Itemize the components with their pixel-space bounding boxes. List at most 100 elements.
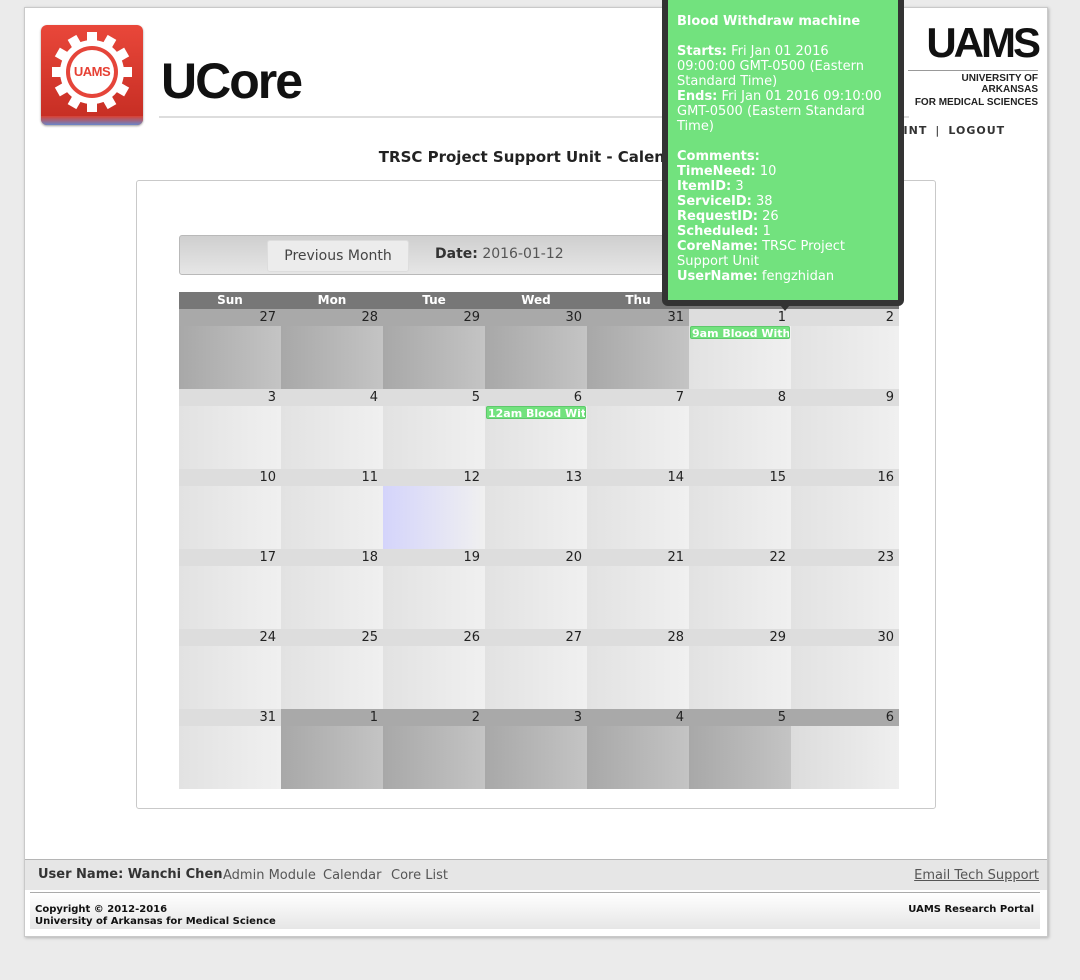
day-body[interactable] xyxy=(587,326,689,389)
tooltip-field: CoreName: TRSC Project Support Unit xyxy=(677,239,845,269)
day-cell[interactable]: 9 xyxy=(791,389,899,469)
tooltip-field: ServiceID: 38 xyxy=(677,194,773,209)
tooltip-arrow xyxy=(776,300,794,311)
day-cell[interactable]: 10 xyxy=(179,469,281,549)
day-body[interactable] xyxy=(281,326,383,389)
day-body[interactable] xyxy=(383,486,485,549)
day-number: 15 xyxy=(689,469,791,486)
day-cell[interactable]: 8 xyxy=(689,389,791,469)
day-cell[interactable]: 22 xyxy=(689,549,791,629)
day-body[interactable] xyxy=(689,646,791,709)
day-body[interactable] xyxy=(587,406,689,469)
day-body[interactable] xyxy=(281,726,383,789)
day-body[interactable] xyxy=(485,726,587,789)
day-cell[interactable]: 15 xyxy=(689,469,791,549)
day-cell[interactable]: 14 xyxy=(587,469,689,549)
day-body[interactable] xyxy=(791,646,899,709)
day-body[interactable] xyxy=(179,646,281,709)
nav-admin-module[interactable]: Admin Module xyxy=(223,868,316,883)
uams-gear-logo[interactable]: UAMS xyxy=(41,25,143,125)
day-cell[interactable]: 3 xyxy=(179,389,281,469)
day-body[interactable] xyxy=(587,566,689,629)
day-cell[interactable]: 4 xyxy=(587,709,689,789)
email-tech-support-link[interactable]: Email Tech Support xyxy=(914,868,1039,883)
day-cell[interactable]: 27 xyxy=(485,629,587,709)
day-body[interactable] xyxy=(689,486,791,549)
day-cell[interactable]: 30 xyxy=(791,629,899,709)
day-cell[interactable]: 1 xyxy=(281,709,383,789)
day-cell[interactable]: 27 xyxy=(179,309,281,389)
day-number: 16 xyxy=(791,469,899,486)
day-cell[interactable]: 3 xyxy=(485,709,587,789)
day-cell[interactable]: 18 xyxy=(281,549,383,629)
day-cell[interactable]: 2 xyxy=(383,709,485,789)
day-cell[interactable]: 16 xyxy=(791,469,899,549)
day-number: 12 xyxy=(383,469,485,486)
day-cell[interactable]: 31 xyxy=(179,709,281,789)
day-body[interactable] xyxy=(791,726,899,789)
day-cell[interactable]: 12 xyxy=(383,469,485,549)
day-body[interactable] xyxy=(383,726,485,789)
day-cell[interactable]: 21 xyxy=(587,549,689,629)
calendar-event[interactable]: 9am Blood Withdraw machine xyxy=(690,326,790,339)
day-body[interactable] xyxy=(791,486,899,549)
day-cell[interactable]: 23 xyxy=(791,549,899,629)
day-cell[interactable]: 11 xyxy=(281,469,383,549)
day-cell[interactable]: 31 xyxy=(587,309,689,389)
previous-month-button[interactable]: Previous Month xyxy=(267,240,409,272)
day-body[interactable] xyxy=(791,326,899,389)
day-body[interactable] xyxy=(179,566,281,629)
day-cell[interactable]: 28 xyxy=(281,309,383,389)
day-body[interactable] xyxy=(179,326,281,389)
day-cell[interactable]: 20 xyxy=(485,549,587,629)
day-body[interactable] xyxy=(179,406,281,469)
day-body[interactable] xyxy=(281,406,383,469)
day-body[interactable] xyxy=(485,486,587,549)
day-cell[interactable]: 13 xyxy=(485,469,587,549)
calendar-event[interactable]: 12am Blood Withdraw machine xyxy=(486,406,586,419)
day-number: 9 xyxy=(791,389,899,406)
day-cell[interactable]: 5 xyxy=(383,389,485,469)
day-cell[interactable]: 29 xyxy=(383,309,485,389)
day-body[interactable] xyxy=(689,726,791,789)
day-cell[interactable]: 29 xyxy=(689,629,791,709)
nav-core-list[interactable]: Core List xyxy=(391,868,448,883)
logo-bar xyxy=(41,116,143,125)
logout-link[interactable]: LOGOUT xyxy=(948,124,1005,137)
day-cell[interactable]: 30 xyxy=(485,309,587,389)
day-cell[interactable]: 6 xyxy=(485,389,587,469)
day-cell[interactable]: 28 xyxy=(587,629,689,709)
day-body[interactable] xyxy=(791,406,899,469)
day-cell[interactable]: 1 xyxy=(689,309,791,389)
day-cell[interactable]: 6 xyxy=(791,709,899,789)
nav-calendar[interactable]: Calendar xyxy=(323,868,381,883)
day-body[interactable] xyxy=(383,326,485,389)
day-body[interactable] xyxy=(179,486,281,549)
day-body[interactable] xyxy=(791,566,899,629)
day-cell[interactable]: 24 xyxy=(179,629,281,709)
day-body[interactable] xyxy=(485,646,587,709)
day-body[interactable] xyxy=(485,566,587,629)
day-body[interactable] xyxy=(281,486,383,549)
day-body[interactable] xyxy=(587,726,689,789)
day-body[interactable] xyxy=(485,326,587,389)
day-body[interactable] xyxy=(689,566,791,629)
day-body[interactable] xyxy=(383,566,485,629)
day-body[interactable] xyxy=(281,566,383,629)
day-cell[interactable]: 25 xyxy=(281,629,383,709)
day-cell[interactable]: 4 xyxy=(281,389,383,469)
day-body[interactable] xyxy=(689,406,791,469)
day-body[interactable] xyxy=(383,406,485,469)
day-body[interactable] xyxy=(281,646,383,709)
day-cell[interactable]: 17 xyxy=(179,549,281,629)
day-body[interactable] xyxy=(383,646,485,709)
day-cell[interactable]: 2 xyxy=(791,309,899,389)
day-body[interactable] xyxy=(587,486,689,549)
tooltip-starts: Starts: Fri Jan 01 2016 09:00:00 GMT-050… xyxy=(677,44,864,89)
day-cell[interactable]: 26 xyxy=(383,629,485,709)
day-body[interactable] xyxy=(179,726,281,789)
day-body[interactable] xyxy=(587,646,689,709)
day-cell[interactable]: 19 xyxy=(383,549,485,629)
day-cell[interactable]: 5 xyxy=(689,709,791,789)
day-cell[interactable]: 7 xyxy=(587,389,689,469)
